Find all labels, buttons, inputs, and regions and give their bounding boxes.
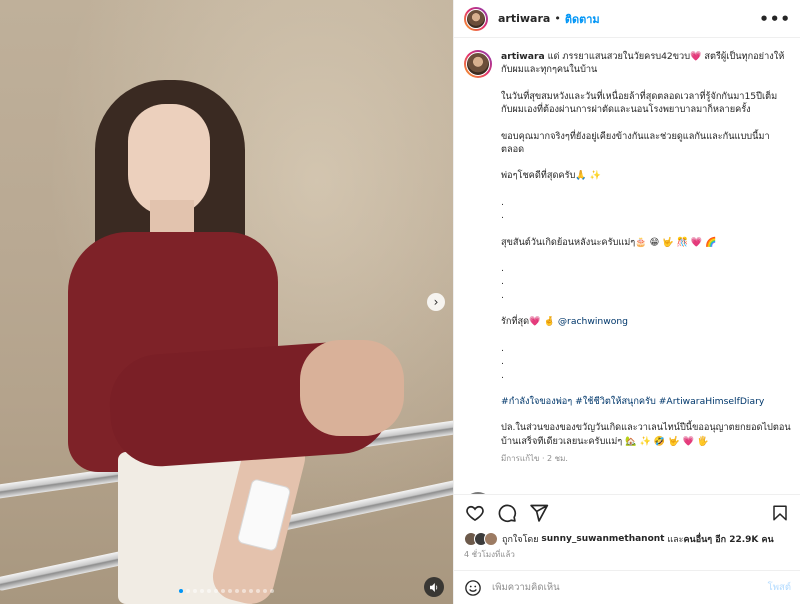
- likes-prefix: ถูกใจโดย: [502, 535, 539, 545]
- post-media[interactable]: ›: [0, 0, 453, 604]
- posted-time[interactable]: 4 ชั่วโมงที่แล้ว: [464, 548, 515, 561]
- edited-meta: มีการแก้ไข · 2 ชม.: [501, 454, 568, 464]
- save-button[interactable]: [769, 502, 791, 524]
- caption-username[interactable]: artiwara: [501, 51, 545, 62]
- paper-plane-icon: [530, 504, 549, 522]
- add-comment-bar: โพสต์: [454, 570, 800, 604]
- carousel-dot: [179, 589, 183, 593]
- carousel-dot: [200, 589, 204, 593]
- carousel-dot: [207, 589, 211, 593]
- caption-line: พ่อๆโชคดีที่สุดครับ🙏 ✨: [501, 170, 602, 182]
- heart-icon: [466, 505, 484, 521]
- post-header: artiwara • ติดตาม •••: [454, 0, 800, 38]
- caption-line: . .: [501, 196, 504, 222]
- chevron-right-icon: ›: [433, 295, 439, 309]
- carousel-dot: [270, 589, 274, 593]
- hashtags[interactable]: #กำลังใจของพ่อๆ #ใช้ชีวิตให้สนุกครับ #Ar…: [501, 395, 791, 408]
- comments-section[interactable]: artiwara แด่ ภรรยาแสนสวยในวัยครบ42ขวบ💗 ส…: [454, 38, 800, 494]
- likes-others[interactable]: คนอื่นๆ อีก 22.9K คน: [684, 532, 774, 546]
- like-button[interactable]: [464, 502, 486, 524]
- bookmark-icon: [773, 505, 787, 520]
- carousel-dot: [256, 589, 260, 593]
- carousel-indicator: [0, 589, 453, 593]
- follow-button[interactable]: ติดตาม: [565, 10, 600, 28]
- caption-line: . . .: [501, 342, 504, 381]
- carousel-dot: [249, 589, 253, 593]
- post-panel: artiwara • ติดตาม ••• artiwara แด่ ภรรยา…: [453, 0, 800, 604]
- share-button[interactable]: [528, 502, 550, 524]
- carousel-dot: [193, 589, 197, 593]
- liker-username[interactable]: sunny_suwanmethanont: [541, 534, 664, 544]
- likes-summary[interactable]: ถูกใจโดย sunny_suwanmethanont และ คนอื่นๆ…: [464, 532, 794, 546]
- carousel-dot: [214, 589, 218, 593]
- comment-button[interactable]: [496, 502, 518, 524]
- carousel-dot: [228, 589, 232, 593]
- author-username[interactable]: artiwara: [498, 12, 550, 25]
- liker-avatars: [464, 532, 498, 546]
- caption-line: artiwara แด่ ภรรยาแสนสวยในวัยครบ42ขวบ💗 ส…: [501, 50, 791, 77]
- separator-dot: •: [554, 12, 561, 25]
- caption-avatar[interactable]: [464, 50, 492, 78]
- smiley-icon[interactable]: [464, 579, 482, 597]
- caption-line: สุขสันต์วันเกิดย้อนหลังนะครับแม่ๆ🎂 😁 🤟 🎊…: [501, 236, 717, 248]
- mention-link[interactable]: @rachwinwong: [558, 316, 628, 327]
- caption-line: . . .: [501, 263, 504, 301]
- comment-input[interactable]: [492, 582, 742, 593]
- caption-line: รักที่สุด💗 🤞 @rachwinwong: [501, 315, 791, 328]
- more-options-button[interactable]: •••: [759, 10, 791, 28]
- caption-body: artiwara แด่ ภรรยาแสนสวยในวัยครบ42ขวบ💗 ส…: [501, 50, 791, 466]
- caption-text: รักที่สุด💗 🤞: [501, 316, 555, 328]
- carousel-dot: [242, 589, 246, 593]
- carousel-dot: [186, 589, 190, 593]
- comment-icon: [498, 504, 517, 522]
- author-avatar[interactable]: [464, 6, 488, 31]
- action-bar: [454, 494, 800, 530]
- carousel-dot: [221, 589, 225, 593]
- caption-line: ขอบคุณมากจริงๆที่ยังอยู่เคียงข้างกันและช…: [501, 130, 770, 156]
- carousel-dot: [263, 589, 267, 593]
- photo-holding-hands: [300, 340, 404, 436]
- post-comment-button[interactable]: โพสต์: [768, 580, 791, 595]
- audio-toggle-button[interactable]: [424, 577, 444, 597]
- carousel-next-button[interactable]: ›: [427, 293, 445, 311]
- caption-line: ปล.ในส่วนของของขวัญวันเกิดและวาเลนไทน์ปี…: [501, 422, 791, 447]
- carousel-dot: [235, 589, 239, 593]
- caption-line: ในวันที่สุขสมหวังและวันที่เหนื่อยล้าที่ส…: [501, 90, 781, 116]
- likes-middle: และ: [667, 535, 684, 545]
- post-caption: artiwara แด่ ภรรยาแสนสวยในวัยครบ42ขวบ💗 ส…: [464, 50, 791, 466]
